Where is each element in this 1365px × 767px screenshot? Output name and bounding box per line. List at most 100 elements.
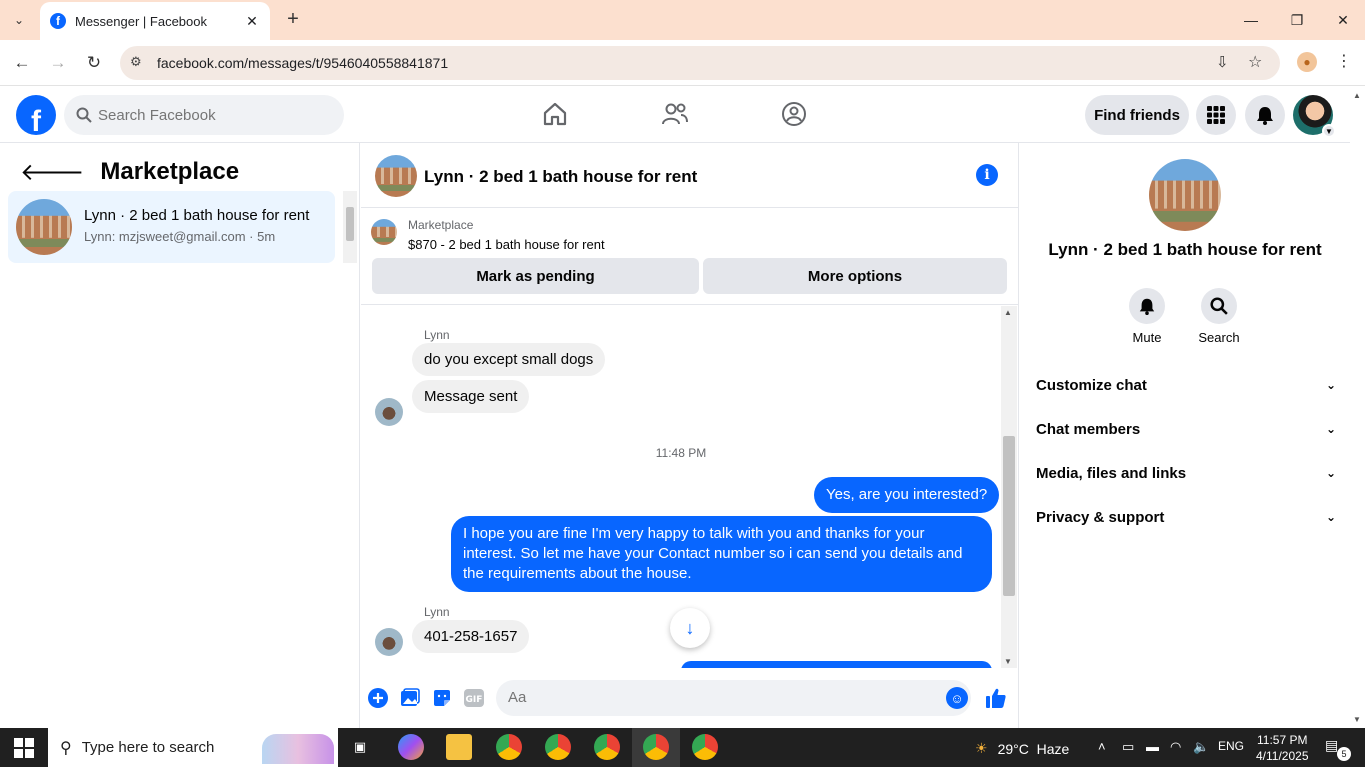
task-view-icon[interactable]: ▣ bbox=[347, 734, 373, 760]
search-action[interactable]: Search bbox=[1189, 288, 1249, 345]
bookmark-star-icon[interactable]: ☆ bbox=[1248, 52, 1262, 72]
minimize-icon[interactable]: — bbox=[1228, 0, 1274, 40]
chrome-icon[interactable] bbox=[692, 734, 718, 760]
facebook-favicon-icon: f bbox=[50, 13, 66, 29]
omnibox[interactable]: ⚙ facebook.com/messages/t/95460405588418… bbox=[120, 46, 1280, 80]
thread-scrollbar[interactable]: ▲ ▼ bbox=[1001, 306, 1017, 668]
search-highlight-art bbox=[262, 734, 334, 764]
thumbs-up-icon[interactable] bbox=[985, 687, 1007, 709]
tab-search-icon[interactable]: ⌄ bbox=[8, 9, 30, 31]
search-icon[interactable] bbox=[1201, 288, 1237, 324]
message-timestamp: 11:48 PM bbox=[655, 446, 707, 460]
clock-date: 4/11/2025 bbox=[1256, 749, 1309, 763]
taskbar-search-text: Type here to search bbox=[81, 739, 215, 756]
clock-time: 11:57 PM bbox=[1257, 733, 1308, 747]
sender-avatar[interactable] bbox=[375, 628, 403, 656]
back-arrow-icon[interactable]: ← bbox=[10, 51, 34, 75]
window-close-icon[interactable]: ✕ bbox=[1320, 0, 1365, 40]
details-title: Lynn · 2 bed 1 bath house for rent bbox=[1048, 240, 1322, 259]
page-scrollbar[interactable]: ▲ ▼ bbox=[1350, 87, 1365, 728]
bell-icon[interactable] bbox=[1129, 288, 1165, 324]
groups-icon[interactable] bbox=[779, 99, 809, 129]
listing-title[interactable]: $870 - 2 bed 1 bath house for rent bbox=[408, 237, 605, 252]
section-customize-chat[interactable]: Customize chat ⌄ bbox=[1036, 373, 1336, 397]
windows-start-icon[interactable] bbox=[14, 738, 34, 758]
info-icon[interactable]: i bbox=[976, 164, 998, 186]
notifications-bell-icon[interactable] bbox=[1245, 95, 1285, 135]
taskbar-search[interactable]: ⚲ Type here to search bbox=[48, 728, 338, 767]
message-bubble-outgoing-partial[interactable] bbox=[681, 661, 992, 668]
weather-icon: ☀ bbox=[975, 740, 988, 756]
listing-photo[interactable] bbox=[1149, 159, 1221, 231]
tab-close-icon[interactable]: ✕ bbox=[244, 13, 260, 30]
section-privacy-support[interactable]: Privacy & support ⌄ bbox=[1036, 505, 1336, 529]
clock[interactable]: 11:57 PM 4/11/2025 bbox=[1256, 732, 1309, 764]
conversation-title: Lynn · 2 bed 1 bath house for rent bbox=[84, 207, 310, 224]
facebook-search[interactable] bbox=[64, 95, 344, 135]
wifi-icon[interactable]: ◠ bbox=[1170, 739, 1181, 755]
section-chat-members[interactable]: Chat members ⌄ bbox=[1036, 417, 1336, 441]
search-icon bbox=[76, 107, 92, 123]
message-bubble-incoming[interactable]: 401-258-1657 bbox=[412, 620, 530, 653]
menu-grid-icon[interactable] bbox=[1196, 95, 1236, 135]
file-explorer-icon[interactable] bbox=[446, 734, 472, 760]
battery-icon[interactable]: ▬ bbox=[1146, 739, 1159, 754]
more-options-button[interactable]: More options bbox=[703, 258, 1007, 294]
facebook-logo-icon[interactable]: f bbox=[16, 95, 56, 135]
marketplace-banner: Marketplace $870 - 2 bed 1 bath house fo… bbox=[361, 209, 1019, 305]
language-indicator[interactable]: ENG bbox=[1218, 739, 1244, 753]
search-input[interactable] bbox=[98, 106, 318, 124]
site-settings-icon[interactable]: ⚙ bbox=[130, 54, 142, 70]
plus-circle-icon[interactable] bbox=[367, 687, 389, 709]
chat-title[interactable]: Lynn · 2 bed 1 bath house for rent bbox=[424, 167, 697, 187]
sender-name: Lynn bbox=[424, 328, 450, 342]
install-app-icon[interactable]: ⇩ bbox=[1216, 53, 1229, 71]
account-avatar[interactable]: ▼ bbox=[1293, 95, 1336, 138]
browser-menu-icon[interactable]: ⋮ bbox=[1336, 51, 1352, 71]
sticker-icon[interactable] bbox=[431, 687, 453, 709]
weather-widget[interactable]: ☀ 29°C Haze bbox=[975, 740, 1069, 757]
chrome-icon[interactable] bbox=[643, 734, 669, 760]
forward-arrow-icon[interactable]: → bbox=[46, 51, 70, 75]
friends-icon[interactable] bbox=[660, 99, 690, 129]
home-icon[interactable] bbox=[540, 99, 570, 129]
new-tab-icon[interactable]: + bbox=[282, 8, 304, 30]
sender-avatar[interactable] bbox=[375, 398, 403, 426]
photo-icon[interactable] bbox=[399, 687, 421, 709]
back-arrow-icon[interactable]: 🡐 bbox=[20, 157, 84, 187]
url-text[interactable]: facebook.com/messages/t/9546040558841871 bbox=[157, 55, 448, 71]
chat-avatar[interactable] bbox=[375, 155, 417, 197]
emoji-icon[interactable]: ☺ bbox=[946, 687, 968, 709]
meet-icon[interactable]: ▭ bbox=[1122, 739, 1134, 755]
gif-icon[interactable]: GIF bbox=[463, 687, 485, 709]
search-icon: ⚲ bbox=[60, 739, 72, 757]
volume-icon[interactable]: 🔈 bbox=[1193, 739, 1209, 755]
message-input[interactable] bbox=[508, 689, 908, 706]
message-input-box[interactable]: ☺ bbox=[496, 680, 971, 716]
restore-icon[interactable]: ❐ bbox=[1274, 0, 1320, 40]
copilot-icon[interactable] bbox=[398, 734, 424, 760]
chrome-icon[interactable] bbox=[545, 734, 571, 760]
browser-tab[interactable]: f Messenger | Facebook ✕ bbox=[40, 2, 270, 40]
mute-action[interactable]: Mute bbox=[1117, 288, 1177, 345]
message-bubble-outgoing[interactable]: I hope you are fine I'm very happy to ta… bbox=[451, 516, 992, 592]
chrome-icon[interactable] bbox=[496, 734, 522, 760]
reload-icon[interactable]: ↻ bbox=[82, 51, 106, 75]
find-friends-button[interactable]: Find friends bbox=[1085, 95, 1189, 135]
message-bubble-incoming[interactable]: do you except small dogs bbox=[412, 343, 606, 376]
browser-tab-bar: ⌄ f Messenger | Facebook ✕ + — ❐ ✕ bbox=[0, 0, 1365, 40]
list-scrollbar[interactable] bbox=[343, 191, 357, 263]
listing-thumbnail[interactable] bbox=[371, 219, 397, 245]
profile-icon[interactable]: ● bbox=[1297, 52, 1317, 72]
message-bubble-outgoing[interactable]: Yes, are you interested? bbox=[814, 477, 1000, 513]
chrome-icon[interactable] bbox=[594, 734, 620, 760]
listing-thumbnail bbox=[16, 199, 72, 255]
notification-center-icon[interactable]: ▤ 5 bbox=[1325, 737, 1351, 761]
chevron-up-icon[interactable]: ˄ bbox=[1098, 739, 1106, 754]
message-bubble-incoming[interactable]: Message sent bbox=[412, 380, 530, 413]
section-media-files-links[interactable]: Media, files and links ⌄ bbox=[1036, 461, 1336, 485]
conversation-item[interactable]: Lynn · 2 bed 1 bath house for rent Lynn:… bbox=[8, 191, 335, 263]
scroll-to-bottom-button[interactable]: ↓ bbox=[670, 608, 710, 648]
marketplace-label: Marketplace bbox=[408, 218, 474, 232]
mark-as-pending-button[interactable]: Mark as pending bbox=[372, 258, 699, 294]
